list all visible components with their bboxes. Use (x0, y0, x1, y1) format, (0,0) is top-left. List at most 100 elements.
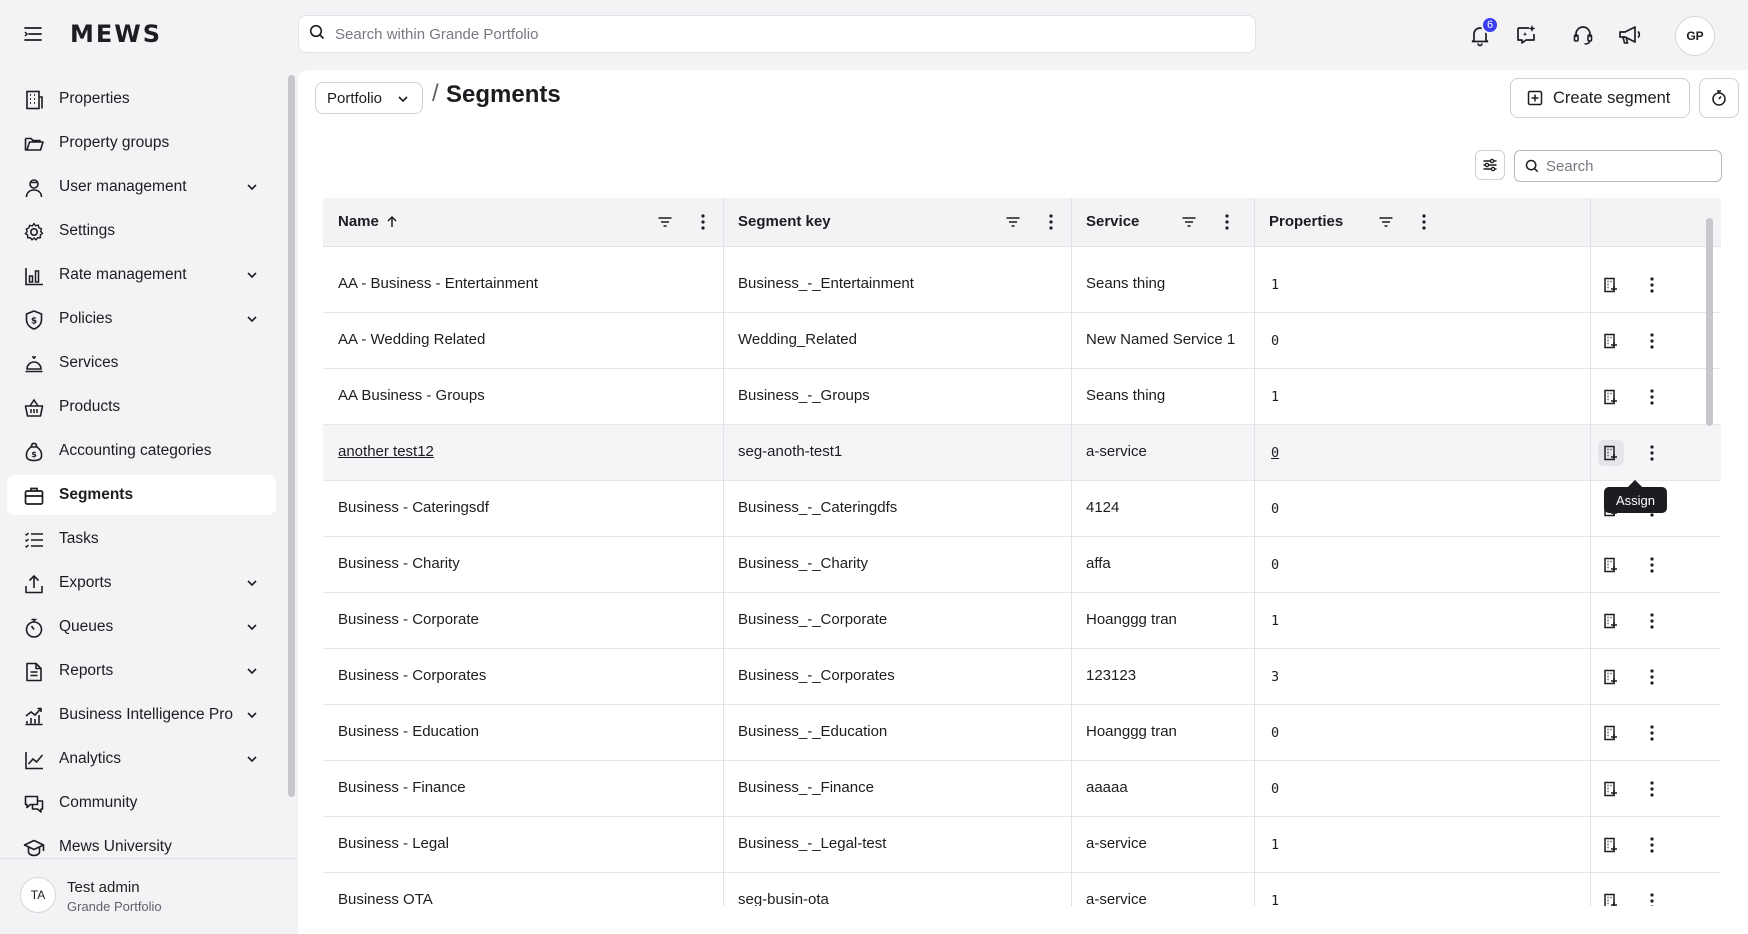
table-row[interactable]: another test12 seg-anoth-test1 a-service 0 (323, 425, 1721, 481)
table-search-input[interactable] (1546, 157, 1716, 175)
sidebar-item-settings[interactable]: Settings (7, 211, 276, 251)
column-menu-icon[interactable] (1041, 212, 1061, 232)
table-row[interactable]: Business - Legal Business_-_Legal-test a-s… (323, 817, 1721, 873)
table-scrollbar[interactable] (1706, 218, 1713, 426)
sidebar-item-segments[interactable]: Segments (7, 475, 276, 515)
current-user[interactable]: TA Test admin Grande Portfolio (0, 858, 298, 934)
segment-properties-count: 1 (1271, 389, 1280, 405)
hamburger-menu-icon[interactable] (22, 23, 46, 47)
column-menu-icon[interactable] (1414, 212, 1434, 232)
sidebar-item-services[interactable]: Services (7, 343, 276, 383)
assign-building-icon[interactable] (1598, 384, 1624, 410)
row-more-options-icon[interactable] (1639, 384, 1665, 410)
sidebar-item-label: Policies (59, 310, 113, 327)
support-headset-icon[interactable] (1568, 20, 1598, 50)
mews-logo[interactable]: MEWS (70, 20, 162, 48)
sidebar-item-mews-university[interactable]: Mews University (7, 827, 276, 858)
sidebar: Properties Property groups User manageme… (0, 70, 298, 934)
assign-building-icon[interactable] (1598, 328, 1624, 354)
table-row[interactable]: Business - Finance Business_-_Finance aaaa… (323, 761, 1721, 817)
table-row[interactable]: Business OTA seg-busin-ota a-service 1 (323, 873, 1721, 906)
account-avatar[interactable]: GP (1675, 16, 1715, 56)
segment-name: Business - Charity (338, 555, 460, 572)
history-timer-button[interactable] (1699, 78, 1739, 118)
create-segment-button[interactable]: Create segment (1510, 78, 1690, 118)
sidebar-item-rate-management[interactable]: Rate management (7, 255, 276, 295)
row-more-options-icon[interactable] (1639, 272, 1665, 298)
table-row[interactable]: AA - Wedding Related Wedding_Related New N… (323, 313, 1721, 369)
sidebar-item-label: Services (59, 354, 119, 371)
row-more-options-icon[interactable] (1639, 552, 1665, 578)
assign-building-icon[interactable] (1598, 608, 1624, 634)
table-row[interactable]: Business - Corporate Business_-_Corporate… (323, 593, 1721, 649)
sidebar-item-policies[interactable]: $ Policies (7, 299, 276, 339)
filter-icon[interactable] (1181, 214, 1197, 230)
sidebar-item-accounting-categories[interactable]: $ Accounting categories (7, 431, 276, 471)
assign-building-icon[interactable] (1598, 888, 1624, 906)
sidebar-item-properties[interactable]: Properties (7, 79, 276, 119)
column-settings-button[interactable] (1475, 150, 1505, 180)
assign-building-icon[interactable] (1598, 776, 1624, 802)
table-row[interactable]: AA - Business - Entertainment Business_-_… (323, 257, 1721, 313)
assign-building-icon[interactable] (1598, 552, 1624, 578)
filter-icon[interactable] (657, 214, 673, 230)
assign-building-icon[interactable] (1598, 720, 1624, 746)
segment-properties-count[interactable]: 0 (1271, 445, 1279, 461)
row-more-options-icon[interactable] (1639, 608, 1665, 634)
segment-name[interactable]: another test12 (338, 443, 434, 460)
global-search-input[interactable] (335, 25, 1235, 43)
row-more-options-icon[interactable] (1639, 440, 1665, 466)
filter-icon[interactable] (1005, 214, 1021, 230)
notifications-bell-icon[interactable]: 6 (1465, 16, 1499, 50)
assign-building-icon[interactable] (1598, 832, 1624, 858)
filter-icon[interactable] (1378, 214, 1394, 230)
segment-key: Business_-_Finance (738, 779, 874, 796)
table-row[interactable]: Business - Education Business_-_Education… (323, 705, 1721, 761)
column-menu-icon[interactable] (693, 212, 713, 232)
portfolio-dropdown[interactable]: Portfolio (315, 82, 423, 114)
global-search-box[interactable] (298, 15, 1256, 53)
table-row[interactable]: Business - Charity Business_-_Charity affa… (323, 537, 1721, 593)
sidebar-item-products[interactable]: Products (7, 387, 276, 427)
column-header-service[interactable]: Service (1071, 198, 1254, 247)
assign-building-icon[interactable] (1598, 272, 1624, 298)
assign-tooltip: Assign (1604, 487, 1668, 513)
table-row[interactable]: Business - Cateringsdf Business_-_Caterin… (323, 481, 1721, 537)
sidebar-item-community[interactable]: Community (7, 783, 276, 823)
sliders-icon (1483, 158, 1497, 172)
column-divider[interactable] (1071, 198, 1072, 906)
sidebar-item-reports[interactable]: Reports (7, 651, 276, 691)
row-more-options-icon[interactable] (1639, 776, 1665, 802)
sidebar-item-tasks[interactable]: Tasks (7, 519, 276, 559)
stopwatch-icon (23, 617, 45, 639)
column-divider[interactable] (1254, 198, 1255, 906)
row-more-options-icon[interactable] (1639, 888, 1665, 906)
whats-new-sparkle-icon[interactable] (1511, 20, 1541, 50)
table-search-box[interactable] (1514, 150, 1722, 182)
sidebar-scrollbar[interactable] (288, 75, 295, 797)
portfolio-dropdown-label: Portfolio (327, 89, 383, 107)
sidebar-item-property-groups[interactable]: Property groups (7, 123, 276, 163)
column-menu-icon[interactable] (1217, 212, 1237, 232)
sidebar-item-exports[interactable]: Exports (7, 563, 276, 603)
table-row[interactable]: AA Business - Groups Business_-_Groups Sea… (323, 369, 1721, 425)
assign-building-icon[interactable] (1598, 664, 1624, 690)
column-header-name[interactable]: Name (323, 198, 723, 247)
column-divider[interactable] (723, 198, 724, 906)
row-more-options-icon[interactable] (1639, 832, 1665, 858)
row-more-options-icon[interactable] (1639, 720, 1665, 746)
sidebar-item-analytics[interactable]: Analytics (7, 739, 276, 779)
sort-arrow-up-icon[interactable] (385, 215, 399, 229)
segment-key: seg-anoth-test1 (738, 443, 843, 460)
sidebar-item-queues[interactable]: Queues (7, 607, 276, 647)
sidebar-item-user-management[interactable]: User management (7, 167, 276, 207)
assign-building-icon[interactable] (1598, 440, 1624, 466)
table-row[interactable]: Business - Corporates Business_-_Corporat… (323, 649, 1721, 705)
column-header-segment-key[interactable]: Segment key (723, 198, 1071, 247)
shield-dollar-icon: $ (23, 309, 45, 331)
row-more-options-icon[interactable] (1639, 328, 1665, 354)
row-more-options-icon[interactable] (1639, 664, 1665, 690)
announcements-megaphone-icon[interactable] (1615, 20, 1645, 50)
sidebar-item-business-intelligence-pro[interactable]: Business Intelligence Pro (7, 695, 276, 735)
column-header-properties[interactable]: Properties (1254, 198, 1590, 247)
